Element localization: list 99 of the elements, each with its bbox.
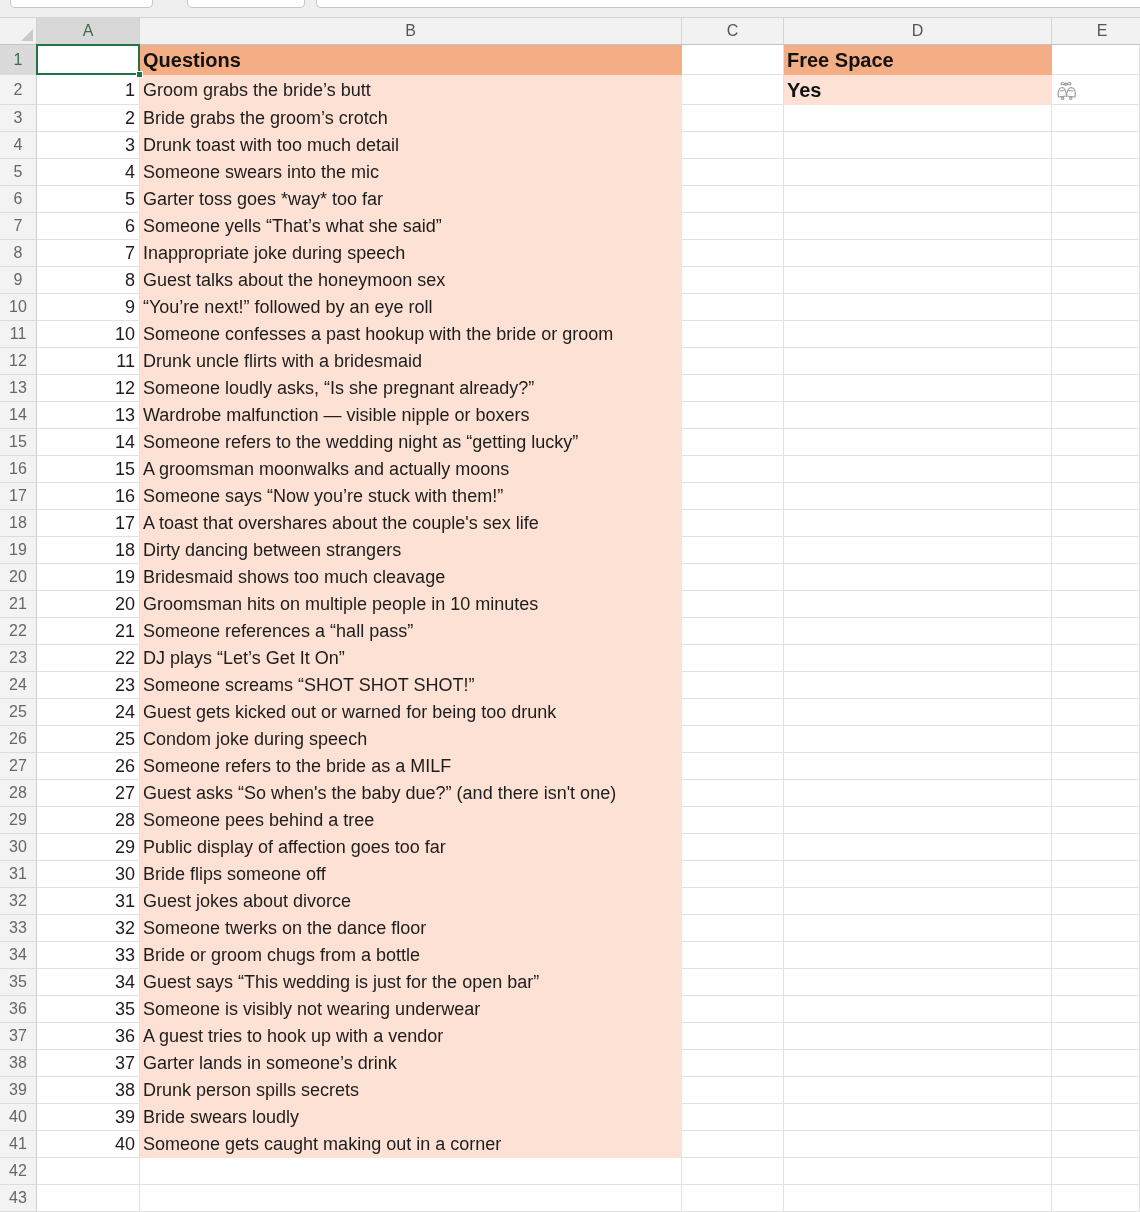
table-cell: Someone loudly asks, “Is she pregnant already?” [140,375,682,402]
row-header[interactable]: 6 [0,186,37,213]
row-header[interactable]: 42 [0,1158,37,1185]
fill-handle[interactable] [136,71,143,78]
row-header[interactable]: 31 [0,861,37,888]
table-cell: “You’re next!” followed by an eye roll [140,294,682,321]
row-header[interactable]: 22 [0,618,37,645]
row-header[interactable]: 30 [0,834,37,861]
table-cell: Drunk toast with too much detail [140,132,682,159]
table-cell: Bride or groom chugs from a bottle [140,942,682,969]
row-header[interactable]: 2 [0,75,37,105]
table-cell: Someone twerks on the dance floor [140,915,682,942]
bells-icon [1055,80,1079,101]
header-cell: Questions [140,45,682,75]
row-header[interactable]: 1 [0,45,37,75]
table-cell: Dirty dancing between strangers [140,537,682,564]
table-cell: A guest tries to hook up with a vendor [140,1023,682,1050]
row-header[interactable]: 12 [0,348,37,375]
row-header[interactable]: 5 [0,159,37,186]
row-header[interactable]: 41 [0,1131,37,1158]
column-header[interactable]: E [1052,18,1140,45]
row-header[interactable]: 29 [0,807,37,834]
table-cell: Guest talks about the honeymoon sex [140,267,682,294]
row-header[interactable]: 7 [0,213,37,240]
table-cell: Drunk person spills secrets [140,1077,682,1104]
table-cell: Someone pees behind a tree [140,807,682,834]
table-cell: Someone confesses a past hookup with the bride or groom [140,321,682,348]
table-cell: Public display of affection goes too far [140,834,682,861]
table-cell: Someone refers to the bride as a MILF [140,753,682,780]
table-cell: Someone refers to the wedding night as “getting lucky” [140,429,682,456]
row-header[interactable]: 26 [0,726,37,753]
table-cell: Inappropriate joke during speech [140,240,682,267]
row-header[interactable]: 34 [0,942,37,969]
table-cell: Guest jokes about divorce [140,888,682,915]
row-header[interactable]: 18 [0,510,37,537]
row-header[interactable]: 37 [0,1023,37,1050]
row-header[interactable]: 43 [0,1185,37,1212]
table-cell: Bridesmaid shows too much cleavage [140,564,682,591]
row-header[interactable]: 35 [0,969,37,996]
table-cell: Condom joke during speech [140,726,682,753]
row-header[interactable]: 15 [0,429,37,456]
table-cell: Bride swears loudly [140,1104,682,1131]
row-header[interactable]: 38 [0,1050,37,1077]
table-cell: Garter lands in someone’s drink [140,1050,682,1077]
row-header[interactable]: 36 [0,996,37,1023]
row-header[interactable]: 11 [0,321,37,348]
select-all-button[interactable] [0,18,37,45]
table-cell: Bride grabs the groom’s crotch [140,105,682,132]
row-header[interactable]: 10 [0,294,37,321]
row-header[interactable]: 25 [0,699,37,726]
row-header[interactable]: 3 [0,105,37,132]
table-cell: Guest says “This wedding is just for the open bar” [140,969,682,996]
table-cell: Yes [784,75,1052,105]
column-header[interactable]: A [37,18,140,45]
table-cell: Groom grabs the bride’s butt [140,75,682,105]
triangle-icon [21,29,33,41]
table-cell: Guest gets kicked out or warned for being too drunk [140,699,682,726]
active-cell[interactable] [36,44,140,75]
table-cell: Bride flips someone off [140,861,682,888]
column-header[interactable]: D [784,18,1052,45]
row-header[interactable]: 40 [0,1104,37,1131]
row-header[interactable]: 9 [0,267,37,294]
table-cell: Wardrobe malfunction — visible nipple or boxers [140,402,682,429]
row-header[interactable]: 24 [0,672,37,699]
table-cell: Someone references a “hall pass” [140,618,682,645]
table-cell: Someone gets caught making out in a corner [140,1131,682,1158]
table-cell: A groomsman moonwalks and actually moons [140,456,682,483]
table-cell: Someone says “Now you’re stuck with them!” [140,483,682,510]
table-cell: Someone yells “That’s what she said” [140,213,682,240]
table-cell: Garter toss goes *way* too far [140,186,682,213]
row-header[interactable]: 16 [0,456,37,483]
row-header[interactable]: 13 [0,375,37,402]
table-cell: Drunk uncle flirts with a bridesmaid [140,348,682,375]
table-cell: Someone is visibly not wearing underwear [140,996,682,1023]
row-header[interactable]: 4 [0,132,37,159]
toolbar-field[interactable] [187,0,305,8]
row-header[interactable]: 32 [0,888,37,915]
formula-bar-field[interactable] [316,0,1140,8]
table-cell: Groomsman hits on multiple people in 10 minutes [140,591,682,618]
table-cell: Someone swears into the mic [140,159,682,186]
row-header[interactable]: 23 [0,645,37,672]
column-header[interactable]: C [682,18,784,45]
row-header[interactable]: 28 [0,780,37,807]
row-header[interactable]: 17 [0,483,37,510]
row-header[interactable]: 39 [0,1077,37,1104]
row-header[interactable]: 8 [0,240,37,267]
row-header[interactable]: 19 [0,537,37,564]
header-cell: Free Space [784,45,1052,75]
name-box-field[interactable] [10,0,153,8]
table-cell: DJ plays “Let’s Get It On” [140,645,682,672]
row-header[interactable]: 14 [0,402,37,429]
row-header[interactable]: 33 [0,915,37,942]
table-cell: Guest asks “So when's the baby due?” (and there isn't one) [140,780,682,807]
row-header[interactable]: 27 [0,753,37,780]
row-header[interactable]: 21 [0,591,37,618]
table-cell: Someone screams “SHOT SHOT SHOT!” [140,672,682,699]
table-cell: A toast that overshares about the couple's sex life [140,510,682,537]
column-header[interactable]: B [140,18,682,45]
row-header[interactable]: 20 [0,564,37,591]
